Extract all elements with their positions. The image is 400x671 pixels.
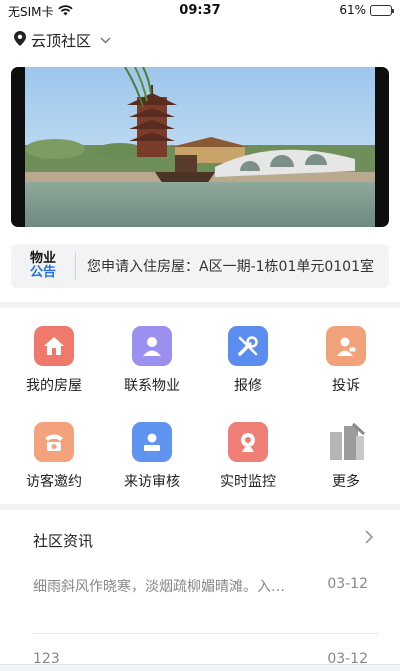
service-visitor-invite[interactable]: 访客邀约	[4, 422, 104, 491]
status-bar: 无SIM卡 09:37 61%	[0, 0, 400, 22]
service-live-monitor[interactable]: 实时监控	[198, 422, 298, 491]
property-notice[interactable]: 物业 公告 您申请入住房屋：A区一期-1栋01单元0101室	[11, 244, 389, 288]
service-label: 我的房屋	[26, 378, 82, 394]
news-item[interactable]: 细雨斜风作晓寒，淡烟疏柳媚晴滩。入淮清洛渐漫漫 03-12	[33, 576, 368, 606]
service-contact-property[interactable]: 联系物业	[102, 326, 202, 395]
house-icon	[34, 326, 74, 366]
battery-percent: 61%	[339, 3, 366, 17]
section-divider	[0, 302, 400, 308]
service-label: 来访审核	[124, 474, 180, 490]
location-name: 云顶社区	[31, 31, 92, 50]
chevron-right-icon[interactable]	[364, 526, 374, 550]
service-label: 实时监控	[220, 474, 276, 490]
status-right: 61%	[339, 3, 394, 17]
notice-badge: 物业 公告	[11, 244, 75, 288]
chevron-down-icon	[100, 33, 111, 47]
buildings-icon	[326, 422, 366, 462]
news-header[interactable]: 社区资讯	[0, 520, 400, 560]
wrench-icon	[228, 326, 268, 366]
section-divider	[0, 504, 400, 510]
service-label: 投诉	[332, 378, 360, 394]
service-label: 报修	[234, 378, 262, 394]
banner-image	[25, 67, 375, 227]
notice-divider	[75, 252, 76, 280]
notice-badge-line2: 公告	[29, 265, 56, 280]
camera-icon	[228, 422, 268, 462]
service-repair[interactable]: 报修	[198, 326, 298, 395]
notice-text: 您申请入住房屋：A区一期-1栋01单元0101室	[87, 259, 374, 275]
visitor-review-icon	[132, 422, 172, 462]
complaint-person-icon	[326, 326, 366, 366]
bottom-tab-bar	[0, 664, 400, 671]
service-more[interactable]: 更多	[296, 422, 396, 491]
service-my-house[interactable]: 我的房屋	[4, 326, 104, 395]
location-pin-icon	[14, 30, 26, 50]
service-complaint[interactable]: 投诉	[296, 326, 396, 395]
news-item-date: 03-12	[327, 576, 368, 592]
service-label: 访客邀约	[26, 474, 82, 490]
service-label: 更多	[332, 474, 360, 490]
location-selector[interactable]: 云顶社区	[14, 28, 111, 52]
phone-icon	[34, 422, 74, 462]
notice-badge-line1: 物业	[29, 251, 56, 266]
news-divider	[33, 633, 378, 634]
news-item-text: 细雨斜风作晓寒，淡烟疏柳媚晴滩。入淮清洛渐漫漫	[33, 579, 295, 595]
service-visitor-review[interactable]: 来访审核	[102, 422, 202, 491]
news-title: 社区资讯	[33, 532, 94, 550]
person-icon	[132, 326, 172, 366]
battery-icon	[370, 4, 394, 16]
banner-carousel[interactable]	[11, 67, 389, 227]
service-label: 联系物业	[124, 378, 180, 394]
